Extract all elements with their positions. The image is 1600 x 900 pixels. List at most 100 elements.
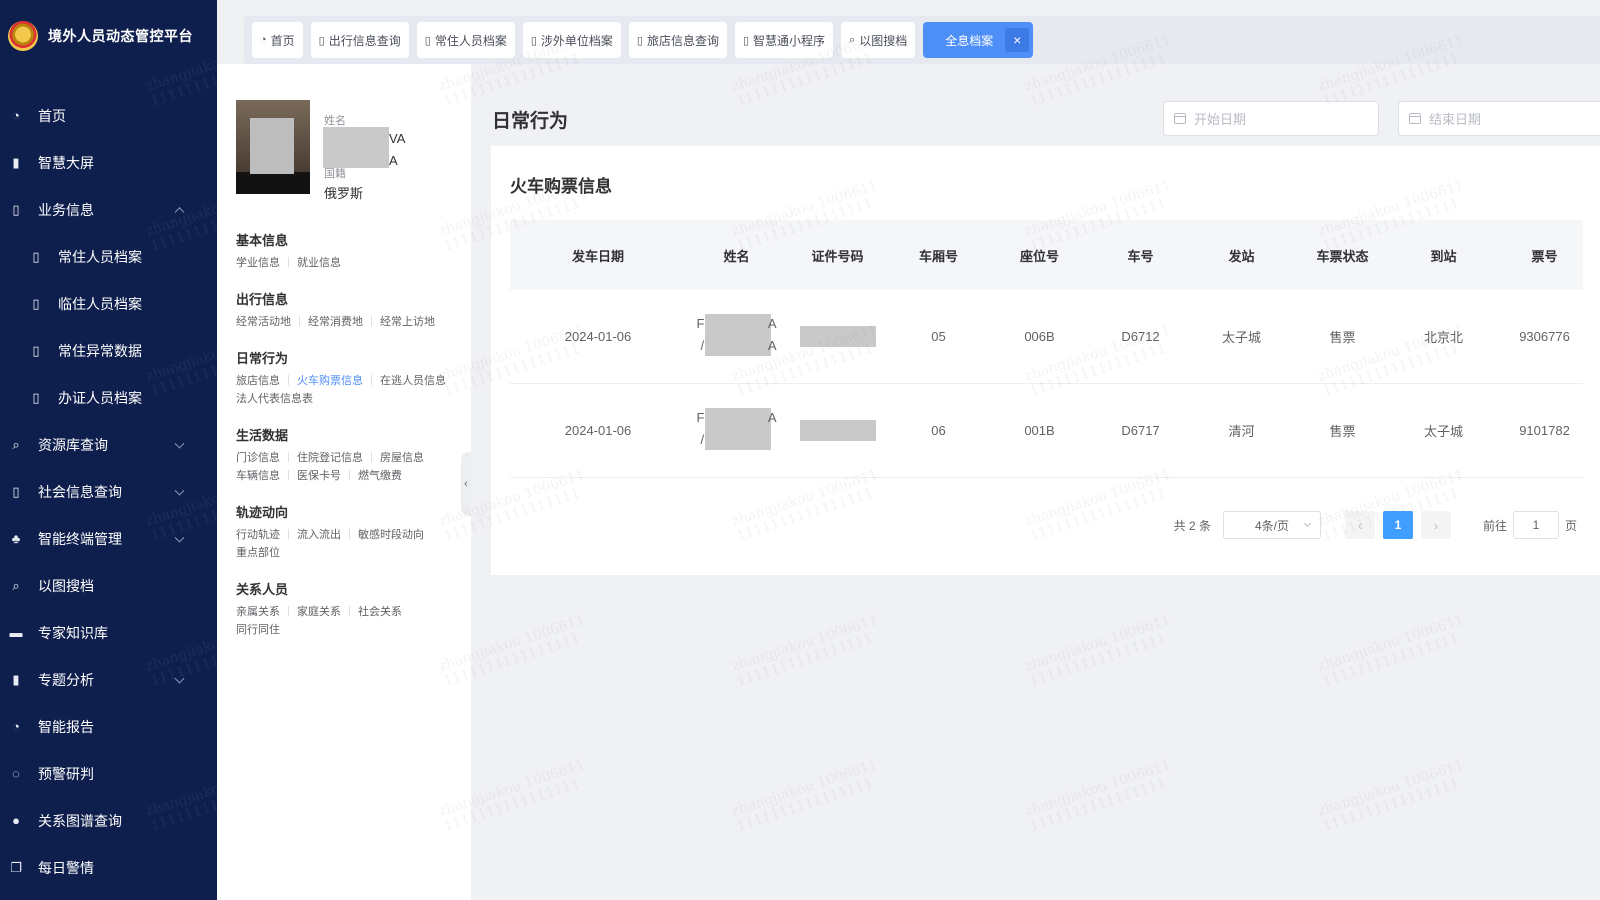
sidebar-item[interactable]: ▯ 常住异常数据 bbox=[0, 327, 217, 374]
column-header: 车票状态 bbox=[1316, 248, 1369, 264]
close-icon[interactable]: × bbox=[1005, 28, 1030, 52]
section-link[interactable]: 行动轨迹 bbox=[236, 529, 280, 541]
sidebar-item[interactable]: ♣ 智能终端管理 bbox=[0, 515, 217, 562]
goto-page-input[interactable]: 1 bbox=[1512, 511, 1559, 539]
section-link[interactable]: 亲属关系 bbox=[236, 606, 280, 618]
section-link[interactable]: 车辆信息 bbox=[236, 470, 280, 482]
name-tail-1: VA bbox=[389, 131, 406, 146]
name-fragment: F bbox=[696, 316, 705, 331]
section-link[interactable]: 社会关系 bbox=[358, 606, 402, 618]
copy-icon: ❐ bbox=[10, 859, 22, 875]
divider bbox=[349, 529, 350, 539]
profile-section: 出行信息 经常活动地 经常消费地 经常上访地 bbox=[236, 289, 464, 331]
section-links: 亲属关系 家庭关系 社会关系同行同住 bbox=[236, 603, 464, 639]
tab[interactable]: 全息档案 × bbox=[923, 22, 1034, 58]
sidebar-item[interactable]: ▯ 社会信息查询 bbox=[0, 468, 217, 515]
section-link[interactable]: 在逃人员信息 bbox=[380, 375, 446, 387]
chevron-down-icon bbox=[174, 485, 185, 496]
page-number[interactable]: 1 bbox=[1382, 511, 1413, 539]
search-icon: ⌕ bbox=[12, 436, 20, 452]
watermark-line: 1111111111111111 bbox=[734, 630, 876, 690]
table-cell: 9306776 bbox=[1519, 329, 1570, 344]
table-row[interactable]: 2024-01-06 F A / A 05 006B D6712 太子城 售票 北京北 9306776 bbox=[510, 290, 1583, 384]
section-link[interactable]: 学业信息 bbox=[236, 257, 280, 269]
sidebar-item-label: 办证人员档案 bbox=[58, 389, 142, 406]
next-page-button[interactable]: › bbox=[1420, 511, 1451, 539]
sidebar-item-label: 常住异常数据 bbox=[58, 342, 142, 359]
sidebar-item-label: 临住人员档案 bbox=[58, 295, 142, 312]
tab[interactable]: ▯ 常住人员档案 bbox=[416, 22, 515, 58]
start-date-input[interactable]: 开始日期 bbox=[1163, 101, 1379, 136]
sidebar-item[interactable]: ◔ 智能报告 bbox=[0, 703, 217, 750]
sidebar-item[interactable]: ▮ 智慧大屏 bbox=[0, 139, 217, 186]
sidebar-item[interactable]: ◌ 预警研判 bbox=[0, 750, 217, 797]
redacted-id-number bbox=[799, 420, 876, 441]
section-link[interactable]: 门诊信息 bbox=[236, 452, 280, 464]
section-link[interactable]: 流入流出 bbox=[297, 529, 341, 541]
section-links: 旅店信息 火车购票信息 在逃人员信息法人代表信息表 bbox=[236, 372, 464, 408]
section-title: 基本信息 bbox=[236, 233, 289, 248]
watermark: zhangjiakou 10066111111111111111111 bbox=[1023, 757, 1178, 835]
divider bbox=[371, 375, 372, 385]
watermark-line: zhangjiakou 1006611 bbox=[729, 757, 880, 820]
sidebar-item[interactable]: ⌕ 以图搜档 bbox=[0, 562, 217, 609]
section-link[interactable]: 经常消费地 bbox=[308, 316, 363, 328]
sidebar-item[interactable]: ▯ 办证人员档案 bbox=[0, 374, 217, 421]
section-link[interactable]: 旅店信息 bbox=[236, 375, 280, 387]
user-icon: ● bbox=[12, 813, 20, 828]
section-link[interactable]: 经常上访地 bbox=[380, 316, 435, 328]
page-size-value: 4条/页 bbox=[1254, 518, 1289, 533]
sidebar-item[interactable]: ● 关系图谱查询 bbox=[0, 797, 217, 844]
tab-bar: ◔ 首页 ▯ 出行信息查询 ▯ 常住人员档案 ▯ 涉外单位档案 ▯ 旅店信息查询 ▯ 智慧通小程序 ⌕ 以… bbox=[244, 16, 1600, 64]
section-link[interactable]: 房屋信息 bbox=[380, 452, 424, 464]
tab-label: 涉外单位档案 bbox=[540, 33, 613, 48]
section-link[interactable]: 家庭关系 bbox=[297, 606, 341, 618]
sidebar-item[interactable]: ▬ 专家知识库 bbox=[0, 609, 217, 656]
bar-chart-icon: ▮ bbox=[12, 671, 20, 687]
prev-page-button[interactable]: ‹ bbox=[1344, 511, 1375, 539]
tab[interactable]: ▯ 旅店信息查询 bbox=[628, 22, 727, 58]
sidebar: 境外人员动态管控平台 ◔ 首页 ▮ 智慧大屏 ▯ 业务信息 ▯ 常住人员档案 ▯ 临住人员档案 ▯ 常… bbox=[0, 0, 294, 900]
redacted-name: F A / A bbox=[697, 314, 777, 356]
sidebar-item[interactable]: ▯ 常住人员档案 bbox=[0, 233, 217, 280]
collapse-panel-button[interactable]: ‹ bbox=[461, 452, 471, 516]
table-cell: 2024-01-06 bbox=[564, 423, 632, 438]
end-date-input[interactable]: 结束日期 bbox=[1398, 101, 1600, 136]
table-cell: 太子城 bbox=[1423, 424, 1463, 439]
section-link[interactable]: 重点部位 bbox=[236, 547, 280, 559]
section-link[interactable]: 法人代表信息表 bbox=[236, 393, 313, 405]
page-size-select[interactable]: 4条/页 bbox=[1222, 511, 1321, 539]
sidebar-item[interactable]: ▯ 临住人员档案 bbox=[0, 280, 217, 327]
section-link[interactable]: 经常活动地 bbox=[236, 316, 291, 328]
section-link[interactable]: 火车购票信息 bbox=[297, 375, 363, 387]
sidebar-item[interactable]: ⌕ 资源库查询 bbox=[0, 421, 217, 468]
tab[interactable]: ▯ 智慧通小程序 bbox=[734, 22, 834, 58]
goto-label: 前往 bbox=[1482, 518, 1507, 533]
tab[interactable]: ▯ 出行信息查询 bbox=[310, 22, 409, 58]
sidebar-item[interactable]: ▮ 专题分析 bbox=[0, 656, 217, 703]
calendar-icon bbox=[1409, 113, 1421, 124]
sidebar-item[interactable]: ▯ 业务信息 bbox=[0, 186, 217, 233]
section-link[interactable]: 同行同住 bbox=[236, 624, 280, 636]
nationality-label: 国籍 bbox=[324, 168, 346, 180]
tab-label: 旅店信息查询 bbox=[646, 33, 719, 48]
watermark-line: zhangjiakou 1006611 bbox=[729, 612, 880, 675]
sidebar-item[interactable]: ◔ 首页 bbox=[0, 92, 217, 139]
divider bbox=[288, 529, 289, 539]
section-link[interactable]: 医保卡号 bbox=[297, 470, 341, 482]
section-link[interactable]: 就业信息 bbox=[297, 257, 341, 269]
tab[interactable]: ⌕ 以图搜档 bbox=[841, 22, 916, 58]
section-link[interactable]: 敏感时段动向 bbox=[358, 529, 424, 541]
tab[interactable]: ▯ 涉外单位档案 bbox=[522, 22, 621, 58]
section-link[interactable]: 住院登记信息 bbox=[297, 452, 363, 464]
name-fragment: A bbox=[767, 338, 777, 353]
sidebar-item[interactable]: ❐ 每日警情 bbox=[0, 844, 217, 891]
watermark-line: 1111111111111111 bbox=[1320, 775, 1462, 835]
column-header: 证件号码 bbox=[811, 248, 864, 264]
table-row[interactable]: 2024-01-06 F A / 06 001B D6717 清河 售票 太子城 9101782 bbox=[510, 384, 1583, 478]
section-link[interactable]: 燃气缴费 bbox=[358, 470, 402, 482]
sidebar-item-label: 关系图谱查询 bbox=[38, 812, 122, 829]
column-header: 座位号 bbox=[1019, 248, 1059, 264]
tab[interactable]: ◔ 首页 bbox=[252, 22, 303, 58]
profile-section: 生活数据 门诊信息 住院登记信息 房屋信息 车辆信息 医保卡号 燃气缴费 bbox=[236, 425, 464, 485]
